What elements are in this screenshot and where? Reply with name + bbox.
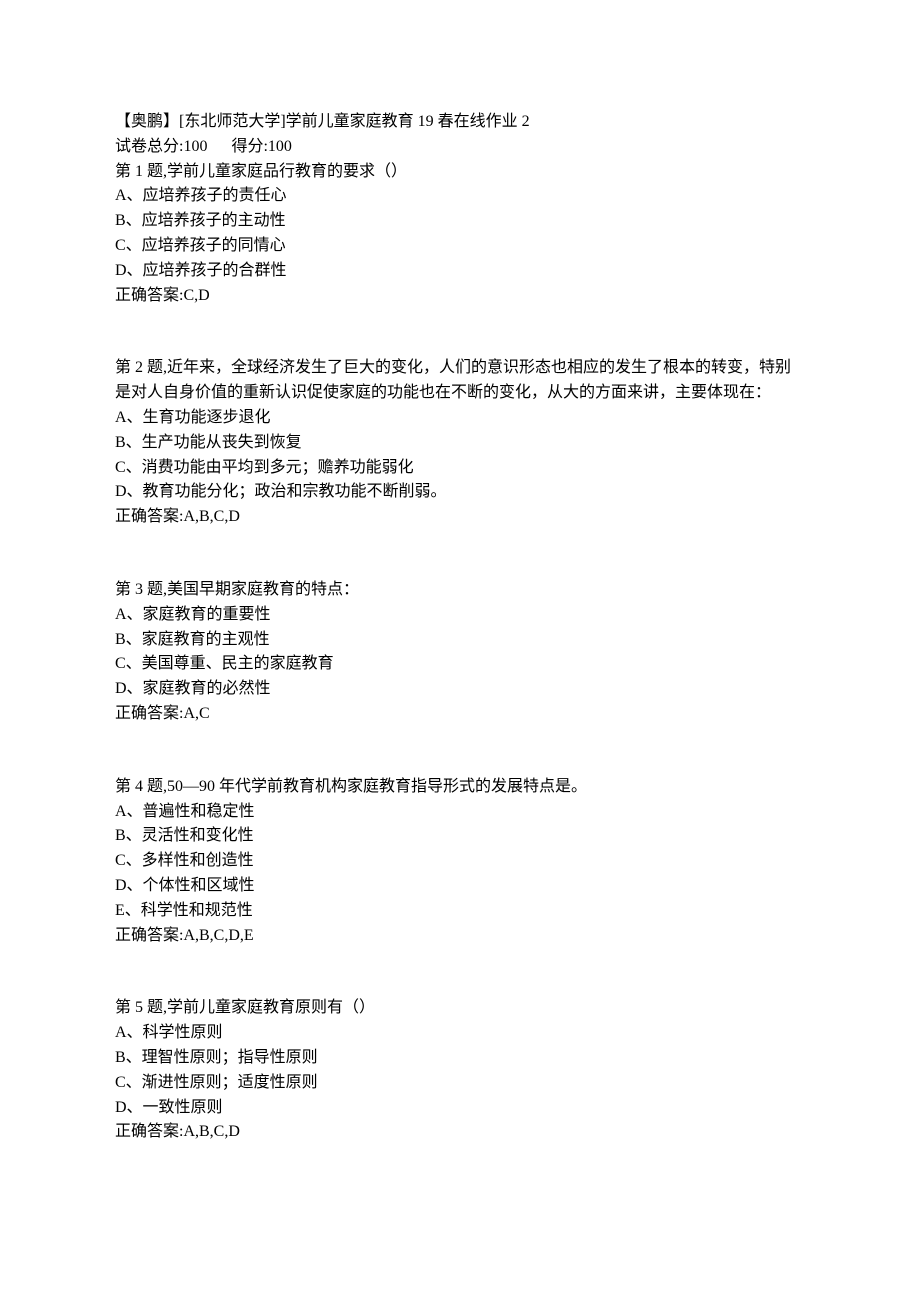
question: 第 2 题,近年来，全球经济发生了巨大的变化，人们的意识形态也相应的发生了根本的… (115, 356, 805, 530)
question: 第 4 题,50—90 年代学前教育机构家庭教育指导形式的发展特点是。 A、普遍… (115, 775, 805, 949)
option: C、渐进性原则；适度性原则 (115, 1071, 805, 1096)
option: C、应培养孩子的同情心 (115, 234, 805, 259)
total-score: 试卷总分:100 (115, 138, 207, 155)
question-prompt: 第 5 题,学前儿童家庭教育原则有（） (115, 996, 805, 1021)
option: B、家庭教育的主观性 (115, 628, 805, 653)
obtained-score: 得分:100 (231, 138, 291, 155)
document-title: 【奥鹏】[东北师范大学]学前儿童家庭教育 19 春在线作业 2 (115, 110, 805, 135)
option: D、一致性原则 (115, 1096, 805, 1121)
option: A、应培养孩子的责任心 (115, 184, 805, 209)
answer: 正确答案:A,B,C,D,E (115, 924, 805, 949)
option: D、家庭教育的必然性 (115, 677, 805, 702)
option: A、生育功能逐步退化 (115, 406, 805, 431)
option: B、灵活性和变化性 (115, 824, 805, 849)
answer: 正确答案:A,B,C,D (115, 1120, 805, 1145)
question-prompt: 第 1 题,学前儿童家庭品行教育的要求（） (115, 160, 805, 185)
option: B、理智性原则；指导性原则 (115, 1046, 805, 1071)
question-prompt: 第 4 题,50—90 年代学前教育机构家庭教育指导形式的发展特点是。 (115, 775, 805, 800)
question-prompt: 第 3 题,美国早期家庭教育的特点： (115, 578, 805, 603)
option: B、生产功能从丧失到恢复 (115, 431, 805, 456)
option: E、科学性和规范性 (115, 899, 805, 924)
option: C、消费功能由平均到多元；赡养功能弱化 (115, 456, 805, 481)
question-prompt: 第 2 题,近年来，全球经济发生了巨大的变化，人们的意识形态也相应的发生了根本的… (115, 356, 805, 406)
question: 第 3 题,美国早期家庭教育的特点： A、家庭教育的重要性 B、家庭教育的主观性… (115, 578, 805, 727)
question: 第 5 题,学前儿童家庭教育原则有（） A、科学性原则 B、理智性原则；指导性原… (115, 996, 805, 1145)
question: 第 1 题,学前儿童家庭品行教育的要求（） A、应培养孩子的责任心 B、应培养孩… (115, 160, 805, 309)
option: C、美国尊重、民主的家庭教育 (115, 652, 805, 677)
answer: 正确答案:C,D (115, 284, 805, 309)
option: B、应培养孩子的主动性 (115, 209, 805, 234)
option: D、教育功能分化；政治和宗教功能不断削弱。 (115, 480, 805, 505)
option: D、个体性和区域性 (115, 874, 805, 899)
answer: 正确答案:A,B,C,D (115, 505, 805, 530)
option: A、科学性原则 (115, 1021, 805, 1046)
option: D、应培养孩子的合群性 (115, 259, 805, 284)
option: C、多样性和创造性 (115, 849, 805, 874)
option: A、家庭教育的重要性 (115, 603, 805, 628)
answer: 正确答案:A,C (115, 702, 805, 727)
option: A、普遍性和稳定性 (115, 800, 805, 825)
score-line: 试卷总分:100 得分:100 (115, 135, 805, 160)
document-page: 【奥鹏】[东北师范大学]学前儿童家庭教育 19 春在线作业 2 试卷总分:100… (0, 0, 920, 1273)
